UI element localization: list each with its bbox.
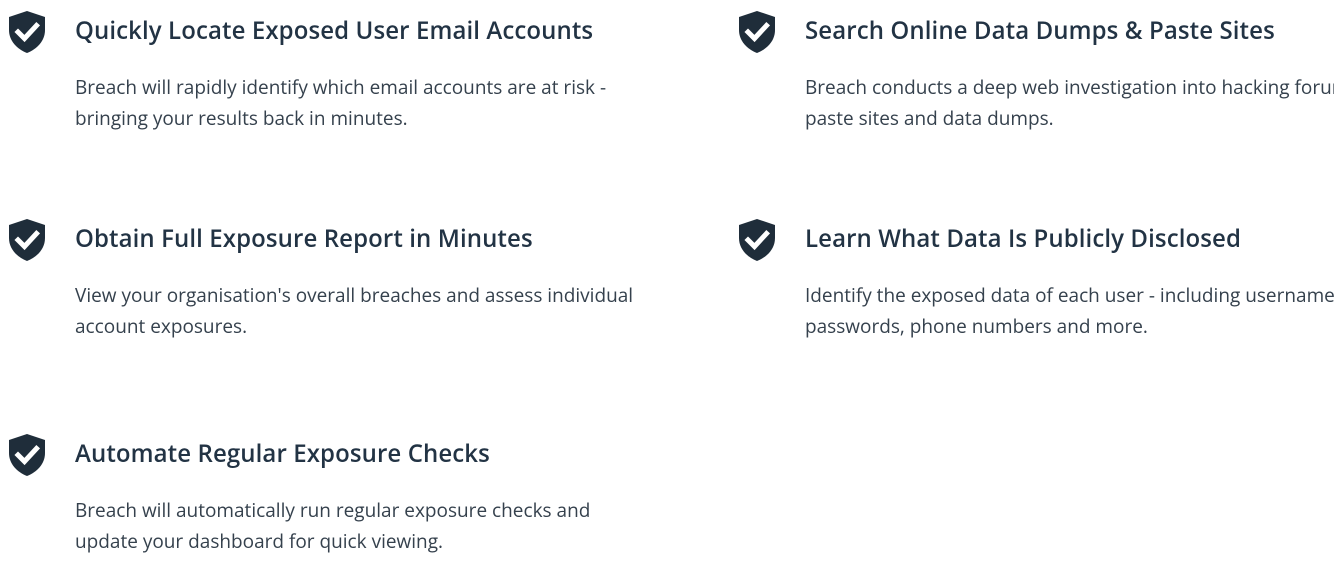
feature-description: Breach will automatically run regular ex… — [75, 497, 591, 554]
feature-description: Breach will rapidly identify which email… — [75, 74, 607, 131]
shield-check-icon — [737, 218, 777, 262]
feature-description: Breach conducts a deep web investigation… — [805, 74, 1334, 131]
feature-title: Obtain Full Exposure Report in Minutes — [75, 222, 533, 255]
shield-check-icon — [7, 10, 47, 54]
shield-check-icon — [737, 10, 777, 54]
feature-description: Identify the exposed data of each user -… — [805, 282, 1334, 339]
feature-title: Search Online Data Dumps & Paste Sites — [805, 14, 1275, 47]
feature-description: View your organisation's overall breache… — [75, 282, 634, 339]
shield-check-icon — [7, 218, 47, 262]
shield-check-icon — [7, 433, 47, 477]
feature-title: Learn What Data Is Publicly Disclosed — [805, 222, 1242, 255]
feature-title: Quickly Locate Exposed User Email Accoun… — [75, 14, 594, 47]
feature-title: Automate Regular Exposure Checks — [75, 437, 490, 470]
